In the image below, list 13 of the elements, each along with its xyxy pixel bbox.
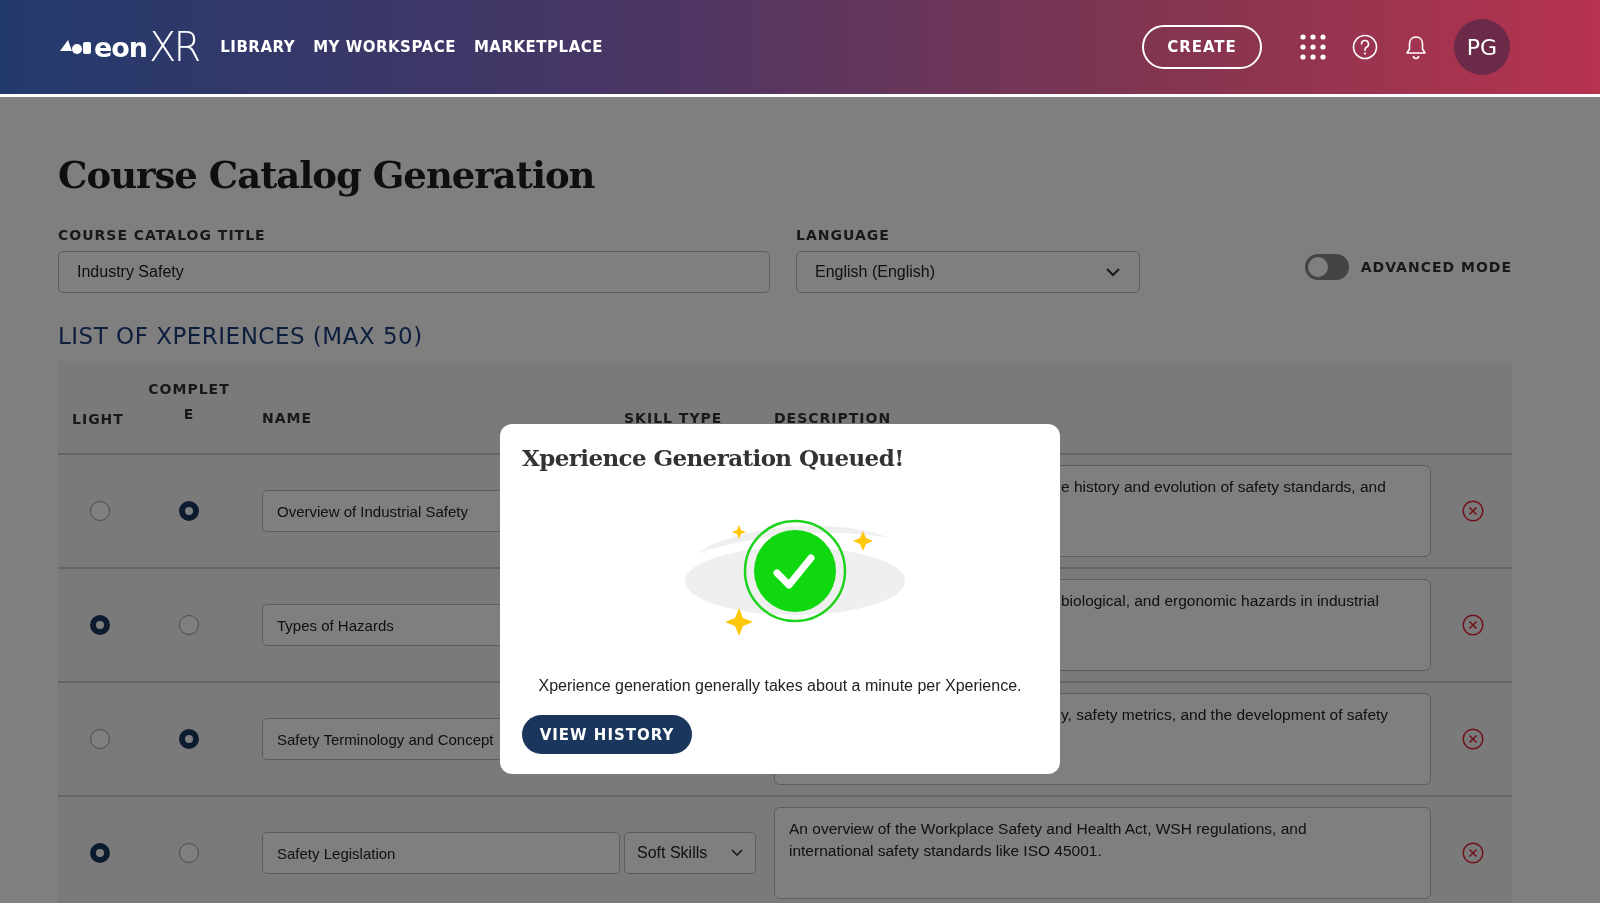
field-label: LANGUAGE — [796, 227, 891, 243]
column-header: COMPLETE — [147, 380, 231, 424]
column-header: DESCRIPTION — [774, 410, 892, 426]
column-header: LIGHT — [72, 411, 124, 427]
logo-mark: XR — [149, 24, 199, 70]
toggle-label: ADVANCED MODE — [1360, 259, 1512, 275]
section-heading: LIST OF XPERIENCES (MAX 50) — [58, 323, 424, 349]
column-header: NAME — [262, 410, 313, 426]
page-title: Course Catalog Generation — [58, 153, 596, 197]
dialog-message: Xperience generation generally takes about a minute per Xperience. — [538, 677, 1022, 695]
logo-wordmark: eon — [94, 31, 148, 63]
field-label: COURSE CATALOG TITLE — [58, 227, 267, 243]
column-header: SKILL TYPE — [624, 410, 723, 426]
